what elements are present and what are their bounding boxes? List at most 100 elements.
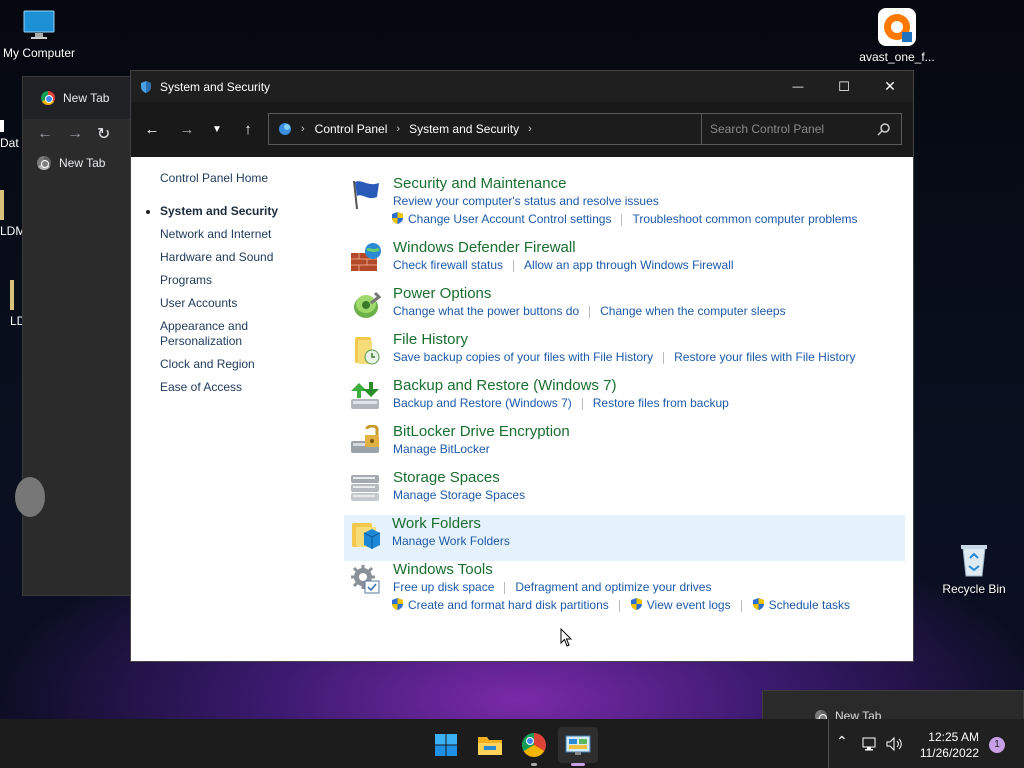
background-chrome-window[interactable]: New Tab ← → ↻ New Tab [15,76,132,596]
link-allow-app[interactable]: Allow an app through Windows Firewall [524,258,733,272]
clock[interactable]: 12:25 AM 11/26/2022 [919,729,979,761]
uac-shield-icon [392,212,403,224]
close-button[interactable]: ✕ [867,71,913,102]
recycle-bin-icon [957,542,991,578]
category-file-history: File History Save backup copies of your … [345,331,905,377]
link-separator [663,351,665,364]
desktop-icon-partial-2[interactable]: LDM [0,190,26,238]
windows-tools-icon [351,565,380,594]
desktop-icon-my-computer[interactable]: My Computer [0,8,84,60]
category-title[interactable]: Storage Spaces [393,469,500,486]
category-title[interactable]: Security and Maintenance [393,175,566,192]
control-panel-window: System and Security — ☐ ✕ ← → ▼ ↑ › Cont… [130,70,914,662]
link-check-firewall[interactable]: Check firewall status [393,258,503,272]
link-schedule-tasks[interactable]: Schedule tasks [769,598,850,612]
network-icon[interactable] [861,736,877,752]
title-bar[interactable]: System and Security — ☐ ✕ [131,71,913,102]
category-title[interactable]: File History [393,331,468,348]
link-separator [504,581,506,594]
link-view-event-logs[interactable]: View event logs [647,598,731,612]
sidebar-item-network-and-internet[interactable]: Network and Internet [160,227,310,242]
link-manage-storage-spaces[interactable]: Manage Storage Spaces [393,488,525,502]
start-button[interactable] [426,727,466,763]
link-backup-restore[interactable]: Backup and Restore (Windows 7) [393,396,572,410]
sidebar-item-ease-of-access[interactable]: Ease of Access [160,380,310,395]
uac-shield-icon [752,598,764,610]
link-create-partitions[interactable]: Create and format hard disk partitions [408,598,609,612]
control-panel-icon [565,735,591,755]
back-button[interactable]: ← [136,121,168,138]
forward-button[interactable]: → [171,121,203,138]
maximize-button[interactable]: ☐ [821,71,867,102]
category-title[interactable]: BitLocker Drive Encryption [393,423,570,440]
category-title[interactable]: Work Folders [392,515,481,532]
taskbar-preview[interactable]: New Tab [762,690,1024,723]
sidebar-item-appearance-and-personalization[interactable]: Appearance and Personalization [160,319,260,349]
link-change-uac[interactable]: Change User Account Control settings [408,212,611,226]
uac-shield-icon [392,598,403,610]
desktop-icon-label: LDM [0,224,26,238]
taskbar: ⌃ 12:25 AM 11/26/2022 1 [0,719,1024,768]
category-windows-defender-firewall: Windows Defender Firewall Check firewall… [345,239,905,285]
running-indicator [571,763,585,766]
clock-time: 12:25 AM [928,730,979,744]
link-defragment[interactable]: Defragment and optimize your drives [515,580,711,594]
desktop-icon-avast[interactable]: avast_one_f... [852,8,942,64]
link-restore-files[interactable]: Restore your files with File History [674,350,855,364]
link-separator [621,213,623,226]
desktop-icon-partial-1[interactable]: Dat [0,120,22,150]
link-troubleshoot[interactable]: Troubleshoot common computer problems [632,212,857,226]
category-work-folders[interactable]: Work Folders Manage Work Folders [344,515,905,561]
link-review-status[interactable]: Review your computer's status and resolv… [393,194,659,208]
recent-locations-chevron-icon[interactable]: ▼ [201,124,233,135]
link-restore-from-backup[interactable]: Restore files from backup [593,396,729,410]
sidebar-item-system-and-security[interactable]: System and Security [146,204,310,219]
sidebar-item-user-accounts[interactable]: User Accounts [160,296,310,311]
tray-overflow-chevron-icon[interactable]: ⌃ [836,733,848,750]
breadcrumb-chevron-icon[interactable]: › [301,123,305,135]
sidebar-item-hardware-and-sound[interactable]: Hardware and Sound [160,250,310,265]
search-input[interactable]: Search Control Panel [701,113,902,145]
category-title[interactable]: Backup and Restore (Windows 7) [393,377,616,394]
link-sleep[interactable]: Change when the computer sleeps [600,304,785,318]
link-separator [618,599,620,612]
reload-icon[interactable]: ↻ [97,124,110,144]
work-folders-icon [352,523,381,549]
breadcrumb-system-and-security[interactable]: System and Security [409,122,519,136]
chrome-bookmark-label: New Tab [59,156,106,170]
chrome-tab[interactable]: New Tab [23,77,131,119]
chrome-icon [522,733,546,757]
category-title[interactable]: Power Options [393,285,491,302]
up-button[interactable]: ↑ [232,121,264,138]
link-manage-bitlocker[interactable]: Manage BitLocker [393,442,490,456]
sidebar-item-control-panel-home[interactable]: Control Panel Home [160,171,310,186]
chrome-nav: ← → ↻ [23,119,131,149]
taskbar-file-explorer[interactable] [470,727,510,763]
category-title[interactable]: Windows Defender Firewall [393,239,576,256]
search-icon[interactable] [877,122,891,136]
link-free-disk-space[interactable]: Free up disk space [393,580,494,594]
back-arrow-icon[interactable]: ← [37,125,53,143]
taskbar-chrome[interactable] [514,727,554,766]
link-save-backup[interactable]: Save backup copies of your files with Fi… [393,350,653,364]
breadcrumb-chevron-icon[interactable]: › [528,123,532,135]
minimize-button[interactable]: — [775,71,821,102]
breadcrumb-control-panel[interactable]: Control Panel [315,122,388,136]
forward-arrow-icon[interactable]: → [67,125,83,143]
volume-icon[interactable] [885,736,903,752]
link-separator [740,599,742,612]
taskbar-control-panel[interactable] [558,727,598,766]
sidebar-item-clock-and-region[interactable]: Clock and Region [160,357,310,372]
clock-date: 11/26/2022 [919,746,979,760]
link-power-buttons[interactable]: Change what the power buttons do [393,304,579,318]
link-manage-work-folders[interactable]: Manage Work Folders [392,534,510,548]
desktop-icon-recycle-bin[interactable]: Recycle Bin [929,542,1019,596]
notification-badge[interactable]: 1 [989,737,1005,753]
sidebar-item-programs[interactable]: Programs [160,273,310,288]
chrome-bookmark[interactable]: New Tab [23,149,131,177]
chrome-icon [37,156,51,170]
breadcrumb-chevron-icon[interactable]: › [396,123,400,135]
file-explorer-icon [478,737,502,755]
backup-restore-icon [351,382,379,409]
category-title[interactable]: Windows Tools [393,561,493,578]
